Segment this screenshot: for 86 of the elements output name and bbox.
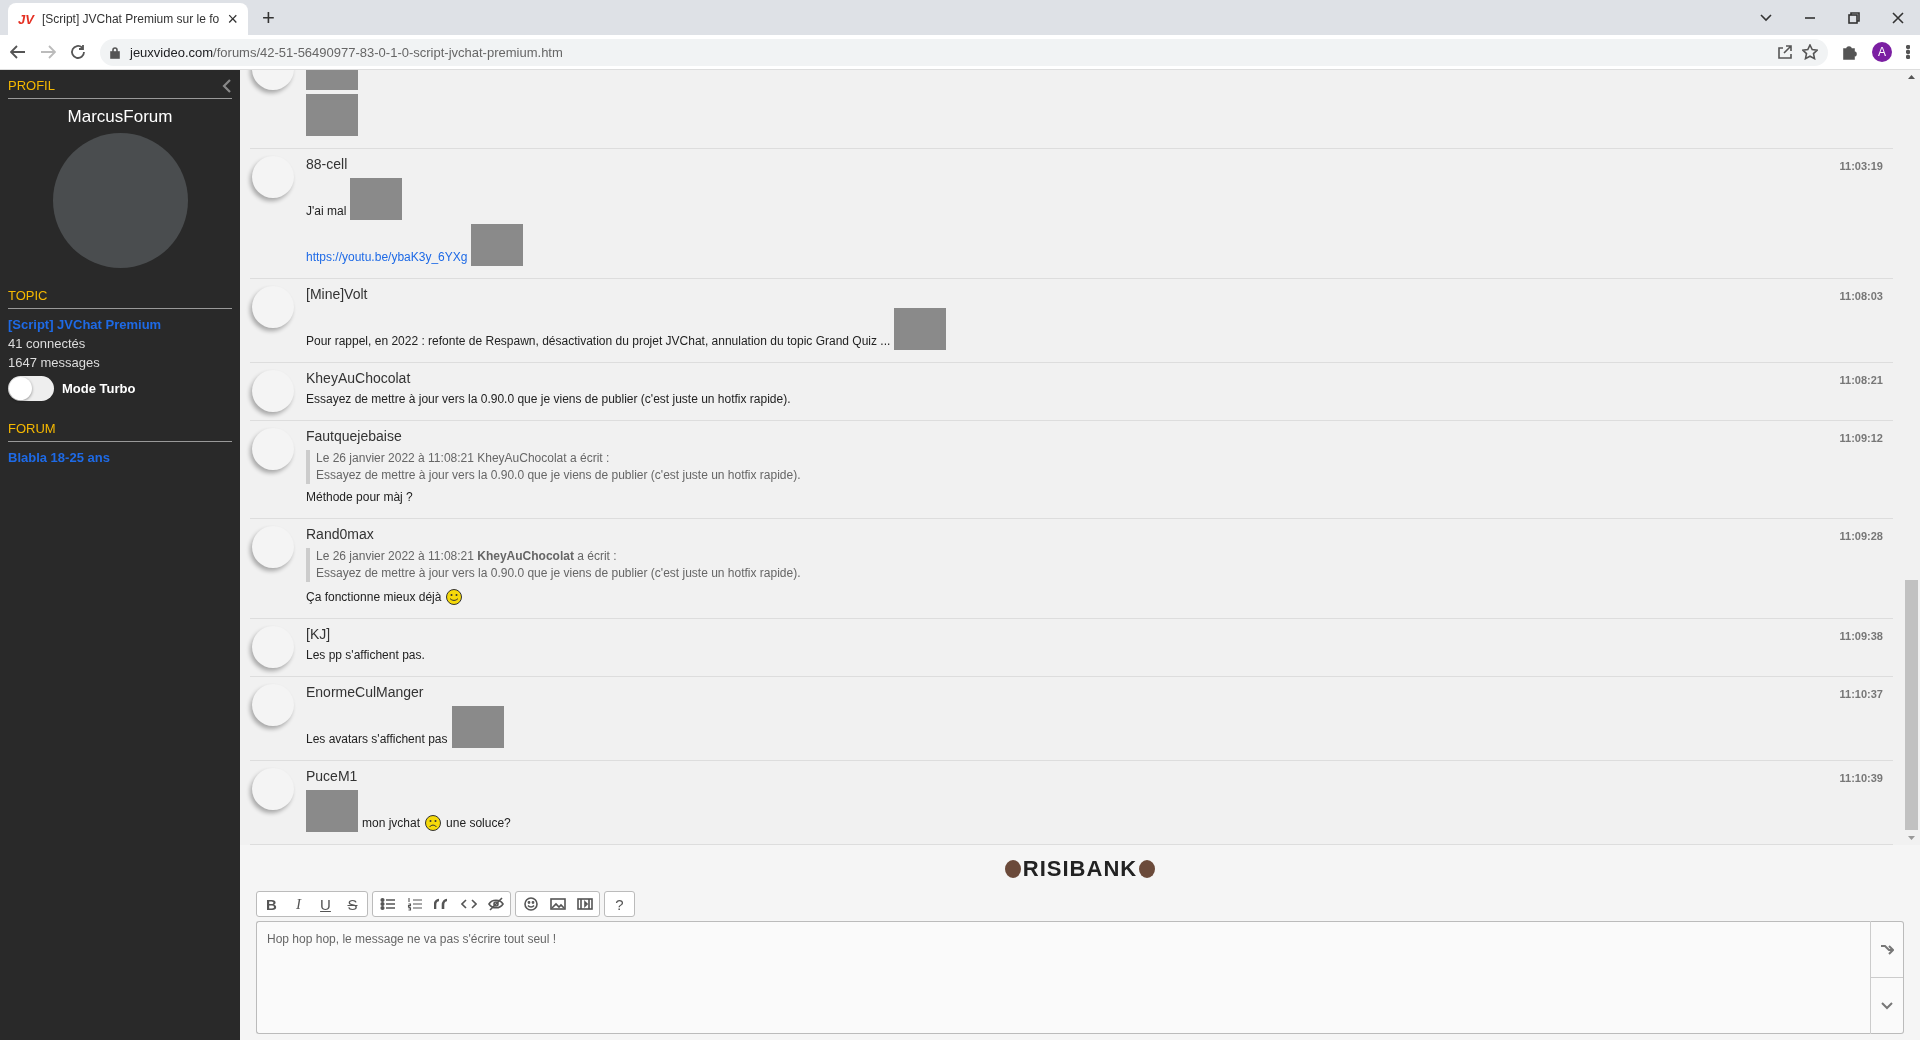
turbo-toggle[interactable] bbox=[8, 376, 54, 401]
chevron-down-icon bbox=[1881, 1001, 1893, 1010]
reload-icon[interactable] bbox=[70, 44, 86, 60]
message-text: Ça fonctionne mieux déjà bbox=[306, 590, 442, 606]
video-icon bbox=[576, 897, 593, 911]
underline-button[interactable]: U bbox=[312, 893, 339, 915]
message-time: 11:09:38 bbox=[1839, 630, 1884, 642]
user-avatar bbox=[252, 156, 294, 198]
user-avatar bbox=[252, 286, 294, 328]
profile-avatar[interactable]: A bbox=[1872, 42, 1892, 62]
back-icon[interactable] bbox=[10, 45, 26, 59]
share-icon[interactable] bbox=[1778, 45, 1792, 59]
browser-tab[interactable]: JV [Script] JVChat Premium sur le fo × bbox=[8, 3, 248, 35]
site-favicon: JV bbox=[18, 11, 34, 27]
quote-block: Le 26 janvier 2022 à 11:08:21 KheyAuChocolat a écrit : Essayez de mettre à jour vers la 0.90.0 que je viens de publier (c'est juste un hotfix rapide). bbox=[306, 450, 1840, 484]
strike-button[interactable]: S bbox=[339, 893, 366, 915]
bold-button[interactable]: B bbox=[258, 893, 285, 915]
puzzle-icon[interactable] bbox=[1842, 44, 1858, 60]
author-name[interactable]: PuceM1 bbox=[306, 768, 1840, 784]
message-time: 11:10:37 bbox=[1839, 688, 1884, 700]
quote-block: Le 26 janvier 2022 à 11:08:21 KheyAuChocolat a écrit : Essayez de mettre à jour vers la 0.90.0 que je viens de publier (c'est juste un hotfix rapide). bbox=[306, 548, 1840, 582]
star-icon[interactable] bbox=[1802, 44, 1818, 60]
send-arrow-icon bbox=[1880, 943, 1894, 956]
tab-title: [Script] JVChat Premium sur le fo bbox=[41, 12, 220, 26]
message-time: 11:09:28 bbox=[1839, 530, 1884, 542]
face-icon bbox=[1004, 860, 1021, 878]
message-text: Les avatars s'affichent pas bbox=[306, 732, 448, 748]
photo-placeholder bbox=[451, 706, 504, 748]
author-name[interactable]: KheyAuChocolat bbox=[306, 370, 1840, 386]
section-title: FORUM bbox=[8, 421, 56, 436]
help-button[interactable]: ? bbox=[606, 893, 633, 915]
author-name[interactable]: 88-cell bbox=[306, 156, 1840, 172]
message-text: Pour rappel, en 2022 : refonte de Respawn, désactivation du projet JVChat, annulation du topic Grand Quiz ... bbox=[306, 334, 891, 350]
numbered-list-icon bbox=[406, 897, 423, 911]
message-time: 11:09:12 bbox=[1839, 432, 1884, 444]
user-avatar bbox=[252, 428, 294, 470]
menu-icon[interactable] bbox=[1906, 45, 1910, 59]
video-link[interactable]: https://youtu.be/ybaK3y_6YXg bbox=[306, 250, 468, 266]
user-avatar bbox=[252, 370, 294, 412]
risibank-logo[interactable]: RISIBANK bbox=[1022, 856, 1138, 882]
photo-placeholder bbox=[350, 178, 403, 220]
quote-icon bbox=[433, 897, 450, 911]
sad-face-icon bbox=[424, 814, 443, 832]
close-tab-button[interactable]: × bbox=[227, 8, 238, 30]
user-avatar bbox=[252, 768, 294, 810]
message-time: 11:10:39 bbox=[1839, 772, 1884, 784]
username: MarcusForum bbox=[66, 107, 174, 127]
photo-placeholder bbox=[306, 94, 358, 136]
message-text: Essayez de mettre à jour vers la 0.90.0 que je viens de publier (c'est juste un hotfix rapide). bbox=[306, 392, 791, 408]
toggle-label: Mode Turbo bbox=[62, 381, 136, 396]
message-text: Méthode pour màj ? bbox=[306, 490, 413, 506]
lock-icon bbox=[110, 45, 120, 59]
hide-icon bbox=[487, 897, 504, 911]
bullet-list-icon bbox=[379, 897, 396, 911]
message-time: 11:08:21 bbox=[1839, 374, 1884, 386]
url-text: jeuxvideo.com/forums/42-51-56490977-83-0-1-0-script-jvchat-premium.htm bbox=[130, 44, 563, 60]
section-title: PROFIL bbox=[8, 78, 55, 93]
photo-placeholder bbox=[306, 790, 358, 832]
address-bar[interactable]: jeuxvideo.com/forums/42-51-56490977-83-0-1-0-script-jvchat-premium.htm bbox=[100, 38, 1828, 66]
message-count: 1647 messages bbox=[8, 355, 101, 370]
image-icon bbox=[549, 897, 566, 911]
message-text: mon jvchat bbox=[362, 816, 421, 832]
message-time: 11:03:19 bbox=[1839, 160, 1884, 172]
author-name[interactable]: Fautquejebaise bbox=[306, 428, 1840, 444]
author-name[interactable]: EnormeCulManger bbox=[306, 684, 1840, 700]
face-icon bbox=[1139, 860, 1156, 878]
collapse-icon[interactable] bbox=[222, 78, 232, 93]
new-tab-button[interactable]: + bbox=[262, 5, 275, 31]
italic-button[interactable]: I bbox=[285, 893, 312, 915]
message-time: 11:08:03 bbox=[1839, 290, 1884, 302]
message-field[interactable]: Hop hop hop, le message ne va pas s'écrire tout seul ! bbox=[256, 921, 1870, 1034]
author-name[interactable]: [Mine]Volt bbox=[306, 286, 1840, 302]
connected-count: 41 connectés bbox=[8, 336, 87, 351]
photo-placeholder bbox=[894, 308, 947, 350]
user-avatar bbox=[252, 684, 294, 726]
author-name[interactable]: Rand0max bbox=[306, 526, 1840, 542]
message-text: J'ai mal bbox=[306, 204, 347, 220]
code-icon bbox=[460, 897, 477, 911]
message-text: Les pp s'affichent pas. bbox=[306, 648, 425, 664]
user-avatar bbox=[252, 526, 294, 568]
user-avatar bbox=[252, 626, 294, 668]
author-name[interactable]: [KJ] bbox=[306, 626, 1840, 642]
photo-placeholder bbox=[471, 224, 524, 266]
message-text: une soluce? bbox=[446, 816, 511, 832]
smiley-icon bbox=[522, 897, 539, 911]
section-title: TOPIC bbox=[8, 288, 48, 303]
